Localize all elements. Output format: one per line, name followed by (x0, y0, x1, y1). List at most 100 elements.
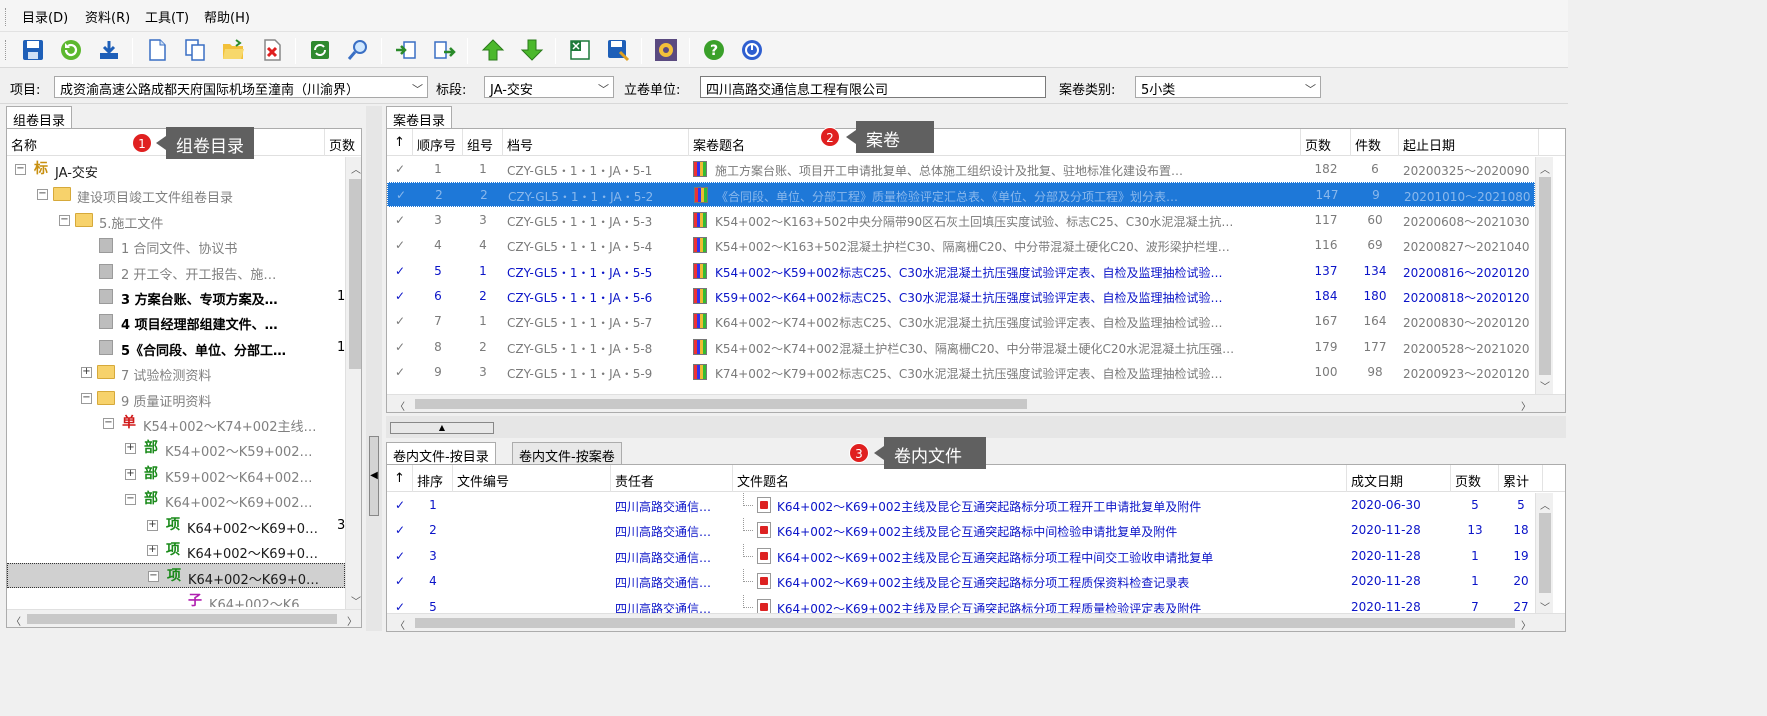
file-col-header[interactable]: 页数 (1451, 465, 1499, 492)
tab-files-by-volume[interactable]: 卷内文件-按案卷 (512, 442, 622, 465)
menu-tools[interactable]: 工具(T) (145, 7, 189, 26)
move-down-icon[interactable] (518, 36, 546, 64)
scroll-down-arrow[interactable]: ﹀ (1540, 378, 1550, 393)
scroll-up-arrow[interactable]: ︿ (1540, 161, 1550, 176)
menu-catalog[interactable]: 目录(D) (22, 7, 68, 26)
collapse-node-icon[interactable]: − (59, 214, 70, 226)
tree-header-pages[interactable]: 页数 (325, 129, 361, 156)
collapse-node-icon[interactable]: − (37, 189, 48, 201)
project-select[interactable]: 成资渝高速公路成都天府国际机场至潼南（川渝界） ﹀ (54, 76, 428, 98)
tree-node[interactable]: − 标 JA-交安 (7, 157, 345, 182)
save-as-icon[interactable] (604, 36, 632, 64)
vertical-splitter[interactable]: ◀ (366, 106, 382, 631)
tree-node[interactable]: + 项 K64+002～K69+0… 3 (7, 513, 345, 538)
category-select[interactable]: 5小类 ﹀ (1135, 76, 1321, 98)
unit-field[interactable]: 四川高路交通信息工程有限公司 (700, 76, 1046, 98)
scroll-right-arrow[interactable]: 〉 (1521, 398, 1531, 412)
tree-vertical-scrollbar[interactable]: ︿ ﹀ (345, 157, 361, 609)
volume-row[interactable]: ✓ 8 2 CZY-GL5・1・1・JA・5-8 K54+002～K74+002混凝土护… (387, 335, 1535, 360)
file-scroll-thumb[interactable] (1539, 513, 1551, 593)
collapse-node-icon[interactable]: − (103, 418, 114, 429)
tree-node[interactable]: 子 K64+002～K6… (7, 589, 345, 607)
volume-horizontal-scrollbar[interactable]: 〈 〉 (387, 394, 1565, 412)
volume-row[interactable]: ✓ 5 1 CZY-GL5・1・1・JA・5-5 K54+002～K59+002标志C2… (387, 259, 1535, 284)
tree-horizontal-scrollbar[interactable]: 〈 〉 (7, 609, 361, 627)
info-icon[interactable] (738, 36, 766, 64)
new-doc-icon[interactable] (143, 36, 171, 64)
volume-row[interactable]: ✓ 7 1 CZY-GL5・1・1・JA・5-7 K64+002～K74+002标志C2… (387, 309, 1535, 334)
volume-row[interactable]: ✓ 1 1 CZY-GL5・1・1・JA・5-1 施工方案台账、项目开工申请批复单、总体… (387, 157, 1535, 182)
delete-icon[interactable] (258, 36, 286, 64)
expand-node-icon[interactable]: + (147, 545, 158, 556)
volume-hscroll-thumb[interactable] (415, 399, 1027, 409)
excel-icon[interactable] (566, 36, 594, 64)
volume-col-header[interactable]: 顺序号 (413, 129, 463, 156)
file-row[interactable]: ✓ 4 四川高路交通信… K64+002～K69+002主线及昆仑互通突起路标分项工程… (387, 569, 1535, 594)
open-folder-icon[interactable] (219, 36, 247, 64)
volume-col-header[interactable]: 起止日期 (1399, 129, 1539, 156)
help-icon[interactable]: ? (700, 36, 728, 64)
scroll-down-arrow[interactable]: ﹀ (351, 593, 361, 608)
volume-col-header[interactable]: 档号 (503, 129, 689, 156)
volume-row[interactable]: ✓ 6 2 CZY-GL5・1・1・JA・5-6 K59+002～K64+002标志C2… (387, 284, 1535, 309)
file-hscroll-thumb[interactable] (415, 618, 1515, 628)
volume-col-header[interactable]: 页数 (1301, 129, 1351, 156)
scroll-left-arrow[interactable]: 〈 (395, 398, 405, 412)
volume-col-header[interactable]: 组号 (463, 129, 503, 156)
settings-icon[interactable] (652, 36, 680, 64)
expand-node-icon[interactable]: + (147, 519, 158, 531)
file-horizontal-scrollbar[interactable]: 〈 〉 (387, 613, 1565, 631)
expand-node-icon[interactable]: + (125, 468, 136, 480)
export-icon[interactable] (430, 36, 458, 64)
tree-node[interactable]: + 部 K54+002～K59+002… (7, 436, 345, 461)
section-select[interactable]: JA-交安 ﹀ (484, 76, 614, 98)
tree-node[interactable]: − 单 K54+002～K74+002主线… (7, 411, 345, 436)
tree-node[interactable]: 1 合同文件、协议书 (7, 233, 345, 258)
volume-col-header[interactable]: ↑ (387, 129, 413, 156)
volume-col-header[interactable]: 案卷题名 (689, 129, 1301, 156)
file-col-header[interactable]: 责任者 (611, 465, 733, 492)
collapse-left-icon[interactable]: ◀ (369, 436, 379, 516)
search-icon[interactable] (344, 36, 372, 64)
tree-node[interactable]: +7 试验检测资料 (7, 360, 345, 385)
tree-hscroll-thumb[interactable] (27, 614, 337, 624)
expand-node-icon[interactable]: + (125, 443, 136, 455)
file-col-header[interactable]: 累计 (1499, 465, 1543, 492)
tree-node[interactable]: − 建设项目竣工文件组卷目录 (7, 182, 345, 207)
volume-row[interactable]: ✓ 2 2 CZY-GL5・1・1・JA・5-2 《合同段、单位、分部工程》质量检验评定… (387, 182, 1535, 208)
save-icon[interactable] (19, 36, 47, 64)
collapse-node-icon[interactable]: − (125, 494, 136, 506)
volume-row[interactable]: ✓ 3 3 CZY-GL5・1・1・JA・5-3 K54+002～K163+502中央分… (387, 208, 1535, 233)
sync-icon[interactable] (306, 36, 334, 64)
scroll-left-arrow[interactable]: 〈 (11, 613, 21, 627)
file-vertical-scrollbar[interactable]: ︿ ﹀ (1535, 493, 1553, 615)
file-col-header[interactable]: 文件题名 (733, 465, 1347, 492)
file-row[interactable]: ✓ 2 四川高路交通信… K64+002～K69+002主线及昆仑互通突起路标中间检验… (387, 518, 1535, 543)
tree-node[interactable]: − 部 K64+002～K69+002… (7, 487, 345, 512)
file-col-header[interactable]: 排序 (413, 465, 453, 492)
volume-col-header[interactable]: 件数 (1351, 129, 1399, 156)
file-row[interactable]: ✓ 3 四川高路交通信… K64+002～K69+002主线及昆仑互通突起路标分项工程… (387, 543, 1535, 569)
tree-node[interactable]: 3 方案台账、专项方案及… 1 (7, 284, 345, 309)
tree-node[interactable]: − 5.施工文件 (7, 208, 345, 233)
tree-node[interactable]: + 部 K59+002～K64+002… (7, 462, 345, 487)
expand-node-icon[interactable]: + (81, 367, 92, 379)
tree-node[interactable]: 4 项目经理部组建文件、… (7, 309, 345, 334)
menu-help[interactable]: 帮助(H) (204, 7, 250, 26)
scroll-right-arrow[interactable]: 〉 (347, 613, 357, 627)
scroll-up-arrow[interactable]: ︿ (1540, 497, 1550, 512)
import-icon[interactable] (392, 36, 420, 64)
volume-row[interactable]: ✓ 9 3 CZY-GL5・1・1・JA・5-9 K74+002～K79+002标志C2… (387, 360, 1535, 385)
volume-vertical-scrollbar[interactable]: ︿ ﹀ (1535, 157, 1553, 394)
collapse-node-icon[interactable]: − (81, 392, 92, 404)
move-up-icon[interactable] (479, 36, 507, 64)
scroll-right-arrow[interactable]: 〉 (1521, 617, 1531, 631)
horizontal-splitter[interactable]: ▲ (386, 416, 1566, 438)
file-col-header[interactable]: 成文日期 (1347, 465, 1451, 492)
volume-scroll-thumb[interactable] (1539, 177, 1551, 375)
scroll-up-arrow[interactable]: ︿ (351, 161, 361, 176)
collapse-node-icon[interactable]: − (15, 164, 26, 175)
tree-node[interactable]: 5《合同段、单位、分部工… 1 (7, 335, 345, 360)
file-col-header[interactable]: 文件编号 (453, 465, 611, 492)
file-row[interactable]: ✓ 5 四川高路交通信… K64+002～K69+002主线及昆仑互通突起路标分项工程… (387, 594, 1535, 615)
